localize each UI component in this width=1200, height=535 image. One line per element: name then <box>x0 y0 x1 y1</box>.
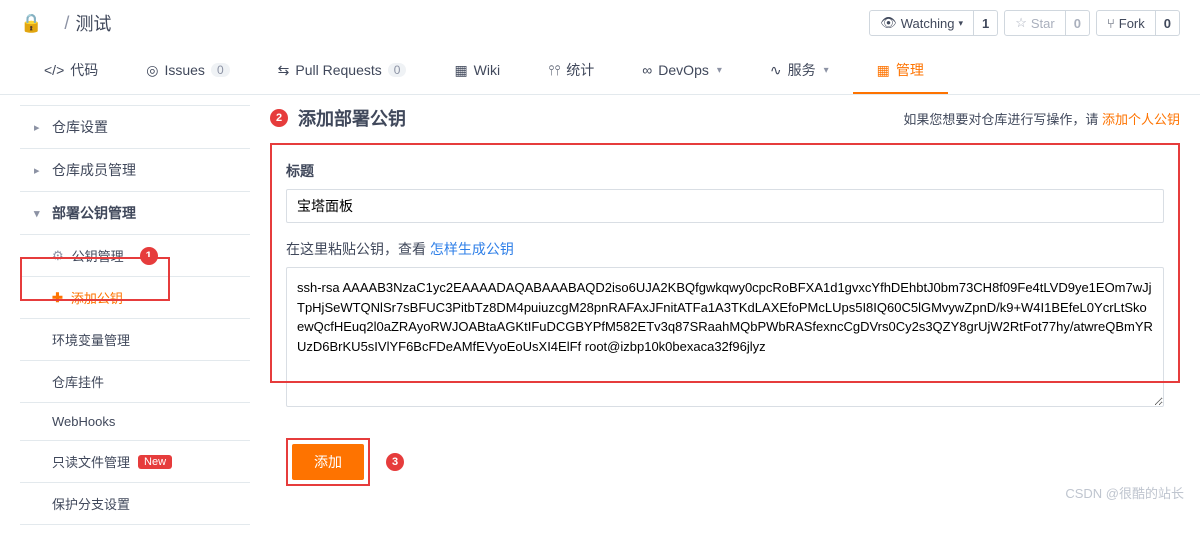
annotation-marker-1: 1 <box>140 247 158 265</box>
star-count[interactable]: 0 <box>1066 10 1090 36</box>
paste-label: 在这里粘贴公钥，查看 <box>286 241 430 257</box>
sidebar-item-members[interactable]: ▸仓库成员管理 <box>20 149 250 192</box>
repo-name[interactable]: 测试 <box>75 10 111 36</box>
watch-count[interactable]: 1 <box>974 10 998 36</box>
star-button[interactable]: ☆Star <box>1004 10 1066 36</box>
annotation-marker-2: 2 <box>270 109 288 127</box>
fork-icon: ⑂ <box>1107 16 1115 31</box>
code-icon: </> <box>44 62 64 78</box>
fork-button[interactable]: ⑂Fork <box>1096 10 1156 36</box>
tab-devops[interactable]: ∞DevOps▾ <box>618 48 746 94</box>
pr-icon: ⇆ <box>278 62 290 79</box>
public-key-textarea[interactable] <box>286 267 1164 407</box>
tab-manage[interactable]: ▦管理 <box>853 48 948 94</box>
title-label: 标题 <box>286 161 1164 181</box>
chevron-down-icon: ▾ <box>34 207 44 220</box>
star-icon: ☆ <box>1015 15 1027 31</box>
write-hint: 如果您想要对仓库进行写操作，请 添加个人公钥 <box>903 109 1180 128</box>
watermark: CSDN @很酷的站长 <box>1065 483 1184 502</box>
submit-button[interactable]: 添加 <box>292 444 364 480</box>
new-badge: New <box>138 455 172 469</box>
sidebar-item-branch-protect[interactable]: 保护分支设置 <box>20 483 250 525</box>
services-icon: ∿ <box>770 62 782 79</box>
settings-sidebar: ▸仓库设置 ▸仓库成员管理 ▾部署公钥管理 ⚙公钥管理1 ✚添加公钥 环境变量管… <box>20 105 250 525</box>
annotation-marker-3: 3 <box>386 453 404 471</box>
sidebar-item-hooks[interactable]: 仓库挂件 <box>20 361 250 403</box>
stats-icon: ⫯⫯ <box>548 62 560 79</box>
watch-button[interactable]: 👁Watching▾ <box>869 10 974 36</box>
sidebar-item-webhooks[interactable]: WebHooks <box>20 403 250 441</box>
tab-wiki[interactable]: ▦Wiki <box>430 48 524 94</box>
howto-generate-link[interactable]: 怎样生成公钥 <box>430 241 514 257</box>
chevron-right-icon: ▸ <box>34 121 44 134</box>
title-input[interactable] <box>286 189 1164 223</box>
sidebar-item-env[interactable]: 环境变量管理 <box>20 319 250 361</box>
sidebar-item-repo-settings[interactable]: ▸仓库设置 <box>20 105 250 149</box>
issues-icon: ◎ <box>146 62 158 79</box>
wiki-icon: ▦ <box>454 62 467 79</box>
plus-icon: ✚ <box>52 290 63 306</box>
lock-icon: 🔒 <box>20 13 42 34</box>
manage-icon: ▦ <box>877 62 890 79</box>
chevron-right-icon: ▸ <box>34 164 44 177</box>
page-title: 添加部署公钥 <box>298 105 406 131</box>
fork-count[interactable]: 0 <box>1156 10 1180 36</box>
devops-icon: ∞ <box>642 62 652 78</box>
sidebar-item-deploy-keys[interactable]: ▾部署公钥管理 <box>20 192 250 235</box>
sidebar-item-readonly[interactable]: 只读文件管理New <box>20 441 250 483</box>
breadcrumb: 🔒 / 测试 <box>20 10 111 36</box>
tab-pull-requests[interactable]: ⇆Pull Requests0 <box>254 48 431 94</box>
tab-code[interactable]: </>代码 <box>20 48 122 94</box>
gear-icon: ⚙ <box>52 248 64 264</box>
tab-services[interactable]: ∿服务▾ <box>746 48 853 94</box>
eye-icon: 👁 <box>880 15 897 31</box>
repo-tabs: </>代码 ◎Issues0 ⇆Pull Requests0 ▦Wiki ⫯⫯统… <box>0 48 1200 95</box>
tab-issues[interactable]: ◎Issues0 <box>122 48 253 94</box>
add-personal-key-link[interactable]: 添加个人公钥 <box>1102 112 1180 127</box>
sidebar-item-key-manage[interactable]: ⚙公钥管理1 <box>20 235 250 277</box>
sidebar-item-add-key[interactable]: ✚添加公钥 <box>20 277 250 319</box>
tab-stats[interactable]: ⫯⫯统计 <box>524 48 618 94</box>
